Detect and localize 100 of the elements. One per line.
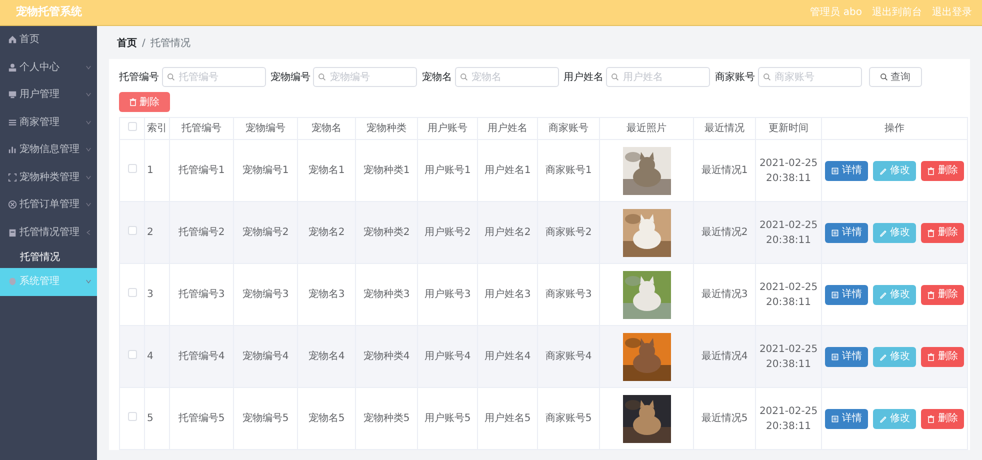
- delete-button[interactable]: 删除: [921, 160, 964, 180]
- checkbox[interactable]: [128, 122, 136, 131]
- search-field[interactable]: 托管编号: [162, 67, 266, 87]
- sidebar-item[interactable]: 托管情况管理: [0, 218, 97, 246]
- table-cell: 宠物种类1: [363, 165, 410, 176]
- edit-button[interactable]: 修改: [873, 346, 916, 366]
- table-cell: 2021-02-25 20:38:11: [759, 344, 818, 370]
- edit-button[interactable]: 修改: [873, 222, 916, 242]
- sidebar-item[interactable]: 个人中心: [0, 54, 97, 81]
- breadcrumb-item: 托管情况: [150, 36, 190, 51]
- table-cell: 用户姓名3: [484, 289, 531, 300]
- detail-button[interactable]: 详情: [825, 222, 868, 242]
- table-cell: 用户账号5: [424, 413, 471, 424]
- table-cell: 宠物名1: [308, 165, 345, 176]
- document-icon: [831, 166, 839, 174]
- pencil-icon: [879, 290, 887, 298]
- table-cell: 最近情况4: [701, 351, 748, 362]
- trash-icon: [927, 228, 935, 236]
- sidebar-item[interactable]: 宠物信息管理: [0, 136, 97, 164]
- monitor-icon: [8, 90, 17, 100]
- table-cell: 宠物名3: [308, 289, 345, 300]
- table-cell: 宠物种类5: [363, 413, 410, 424]
- column-header: 宠物种类: [366, 123, 406, 134]
- delete-button[interactable]: 删除: [921, 284, 964, 304]
- delete-button[interactable]: 删除: [921, 346, 964, 366]
- delete-button[interactable]: 删除: [921, 222, 964, 242]
- clipboard-icon: [8, 228, 17, 237]
- table-cell: 最近情况2: [701, 227, 748, 238]
- search-field[interactable]: 宠物名: [454, 67, 558, 87]
- detail-button[interactable]: 详情: [825, 284, 868, 304]
- field-label: 宠物名: [422, 70, 452, 84]
- list-icon: [8, 118, 17, 127]
- document-icon: [831, 352, 839, 360]
- table-cell: 3: [147, 289, 154, 300]
- table-cell: 商家账号3: [545, 289, 592, 300]
- table-cell: 托管编号3: [178, 289, 225, 300]
- table-cell: 最近情况1: [701, 165, 748, 176]
- table-cell: 商家账号4: [545, 351, 592, 362]
- edit-button[interactable]: 修改: [873, 408, 916, 428]
- field-label: 托管编号: [119, 70, 159, 84]
- search-field[interactable]: 用户姓名: [606, 67, 710, 87]
- table-cell: 托管编号5: [178, 413, 225, 424]
- sidebar-item[interactable]: 宠物种类管理: [0, 164, 97, 191]
- delete-button[interactable]: 删除: [921, 408, 964, 428]
- document-icon: [831, 228, 839, 236]
- document-icon: [831, 290, 839, 298]
- table-cell: 宠物编号4: [242, 351, 289, 362]
- home-icon: [8, 35, 17, 44]
- table-cell: 商家账号2: [545, 227, 592, 238]
- user-name: 管理员 abo: [810, 6, 862, 20]
- pencil-icon: [879, 352, 887, 360]
- checkbox[interactable]: [128, 350, 136, 359]
- table-cell: 5: [147, 413, 154, 424]
- trash-icon: [927, 352, 935, 360]
- sidebar-item[interactable]: 商家管理: [0, 108, 97, 136]
- sidebar-item[interactable]: 用户管理: [0, 81, 97, 108]
- column-header: 最近情况: [704, 123, 744, 134]
- checkbox[interactable]: [128, 164, 136, 173]
- pencil-icon: [879, 228, 887, 236]
- sidebar-item[interactable]: 首页: [0, 26, 97, 54]
- table-cell: 宠物编号3: [242, 289, 289, 300]
- sidebar-subitem[interactable]: 托管情况: [0, 246, 97, 268]
- table-cell: 用户姓名2: [484, 227, 531, 238]
- column-header: 宠物名: [312, 123, 342, 134]
- sidebar-item[interactable]: 托管订单管理: [0, 191, 97, 218]
- checkbox[interactable]: [128, 288, 136, 297]
- edit-button[interactable]: 修改: [873, 160, 916, 180]
- search-icon: [166, 73, 174, 81]
- table-cell: 宠物种类3: [363, 289, 410, 300]
- trash-icon: [927, 166, 935, 174]
- table-cell: 2021-02-25 20:38:11: [759, 220, 818, 246]
- delete-button[interactable]: 删除: [119, 92, 170, 112]
- table-cell: 宠物名5: [308, 413, 345, 424]
- edit-button[interactable]: 修改: [873, 284, 916, 304]
- checkbox[interactable]: [128, 412, 136, 421]
- field-label: 商家账号: [715, 70, 755, 84]
- breadcrumb-item[interactable]: 首页: [117, 36, 137, 51]
- checkbox[interactable]: [128, 226, 136, 235]
- breadcrumb-separator: /: [142, 37, 146, 51]
- column-header: 托管编号: [182, 123, 222, 134]
- column-header: 宠物编号: [246, 123, 286, 134]
- detail-button[interactable]: 详情: [825, 160, 868, 180]
- table-cell: 宠物编号2: [242, 227, 289, 238]
- search-field[interactable]: 宠物编号: [313, 67, 417, 87]
- table-cell: 用户姓名1: [484, 165, 531, 176]
- search-icon: [460, 73, 468, 81]
- table-cell: 2: [147, 227, 154, 238]
- table-cell: 2021-02-25 20:38:11: [759, 282, 818, 308]
- column-header: 最近照片: [626, 123, 666, 134]
- query-button[interactable]: 查询: [869, 67, 922, 87]
- search-icon: [318, 73, 326, 81]
- pencil-icon: [879, 166, 887, 174]
- table-cell: 商家账号5: [545, 413, 592, 424]
- detail-button[interactable]: 详情: [825, 346, 868, 366]
- search-field[interactable]: 商家账号: [758, 67, 862, 87]
- detail-button[interactable]: 详情: [825, 408, 868, 428]
- table-cell: 宠物名2: [308, 227, 345, 238]
- table-cell: 最近情况5: [701, 413, 748, 424]
- app-title: 宠物托管系统: [15, 4, 83, 20]
- table-cell: 最近情况3: [701, 289, 748, 300]
